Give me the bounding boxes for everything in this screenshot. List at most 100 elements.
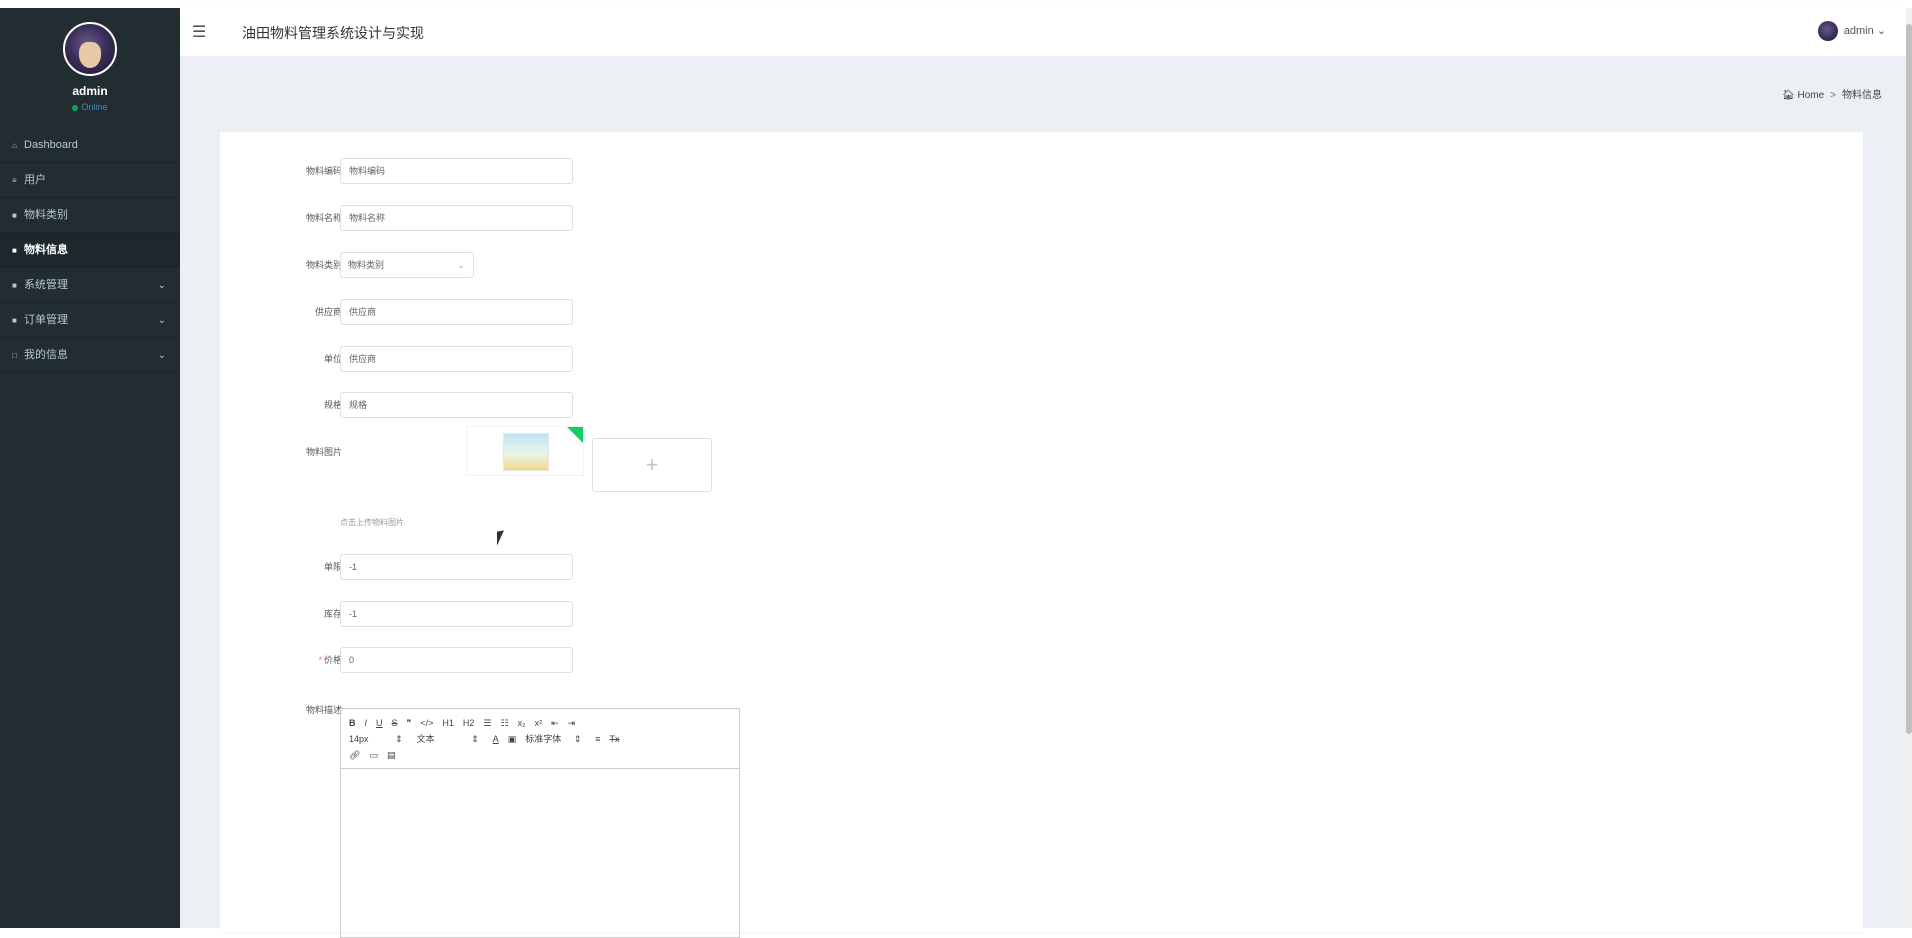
top-navbar: ☰ 油田物料管理系统设计与实现 admin ⌄ (180, 8, 1906, 56)
sidebar-item-label: 订单管理 (24, 314, 68, 326)
editor-toolbar: B I U S ❞ </> H1 H2 ☰ ☷ x₂ x² ⇤ ⇥ 14px ⇕ 文本 ⇕ A ▣ 标准字体 ⇕ ≡… (341, 709, 739, 769)
sidebar-item-material-category[interactable]: ■ 物料类别 (0, 198, 180, 233)
toolbar-row-1: B I U S ❞ </> H1 H2 ☰ ☷ x₂ x² ⇤ ⇥ (349, 715, 731, 731)
outdent-button[interactable]: ⇤ (551, 715, 559, 731)
user-dropdown-label: admin ⌄ (1843, 24, 1886, 37)
image-label: 物料图片 (305, 447, 342, 457)
mouse-cursor-icon (497, 530, 504, 546)
bullet-list-button[interactable]: ☷ (501, 715, 509, 731)
breadcrumb-separator: > (1830, 90, 1836, 101)
underline-button[interactable]: U (376, 715, 383, 731)
sidebar-item-order-management[interactable]: ■ 订单管理 ⌄ (0, 303, 180, 338)
sidebar-item-label: 用户 (24, 174, 46, 186)
sidebar-item-label: 系统管理 (24, 279, 68, 291)
avatar (63, 22, 117, 76)
chevron-down-icon: ⌄ (157, 315, 166, 326)
code-button[interactable]: </> (420, 715, 433, 731)
font-family-select[interactable]: 标准字体 ⇕ (525, 731, 581, 747)
unit-label: 单位 (323, 354, 342, 364)
h1-button[interactable]: H1 (442, 715, 454, 731)
material-image (503, 433, 549, 471)
superscript-button[interactable]: x² (535, 715, 543, 731)
editor-content-area[interactable] (341, 769, 739, 937)
spec-input[interactable]: 规格 (340, 392, 573, 418)
text-color-button[interactable]: A (493, 731, 499, 747)
grid-icon: ■ (12, 281, 17, 290)
sidebar-item-system-management[interactable]: ■ 系统管理 ⌄ (0, 268, 180, 303)
uploaded-image-thumbnail[interactable] (466, 426, 584, 476)
subscript-button[interactable]: x₂ (518, 715, 526, 731)
font-family-value: 标准字体 (525, 734, 562, 744)
h2-button[interactable]: H2 (463, 715, 475, 731)
id-card-icon: □ (12, 351, 17, 360)
font-size-value: 14px (349, 734, 369, 744)
header-value: 文本 (416, 734, 435, 744)
chevron-down-icon: ⌄ (157, 350, 166, 361)
sidebar-item-my-info[interactable]: □ 我的信息 ⌄ (0, 338, 180, 373)
toolbar-row-3: 🔗︎ ▭ ▤ (349, 747, 731, 763)
page-scrollbar[interactable] (1906, 8, 1912, 928)
image-icon[interactable]: ▭ (369, 747, 378, 763)
sidebar-item-dashboard[interactable]: ⌂ Dashboard (0, 128, 180, 163)
scrollbar-thumb[interactable] (1906, 24, 1912, 734)
upload-success-badge (567, 427, 583, 443)
clear-format-button[interactable]: Tx (610, 731, 620, 747)
breadcrumb-home-link[interactable]: 🏠︎ Home (1782, 90, 1824, 101)
blockquote-button[interactable]: ❞ (407, 715, 412, 731)
category-select-value: 物料类别 (348, 260, 385, 270)
font-size-select[interactable]: 14px ⇕ (349, 731, 403, 747)
supplier-input[interactable]: 供应商 (340, 299, 573, 325)
limit-input[interactable]: -1 (340, 554, 573, 580)
category-select[interactable]: 物料类别 ⌄ (340, 252, 474, 278)
ordered-list-button[interactable]: ☰ (483, 715, 491, 731)
home-icon: ⌂ (12, 141, 17, 150)
menu-toggle-icon[interactable]: ☰ (192, 22, 206, 42)
sidebar: admin Online ⌂ Dashboard ≡ 用户 ■ 物料类别 ■ 物料信息 … (0, 8, 180, 928)
sidebar-item-users[interactable]: ≡ 用户 (0, 163, 180, 198)
background-color-button[interactable]: ▣ (508, 731, 517, 747)
sidebar-item-label: 物料类别 (24, 209, 68, 221)
strike-button[interactable]: S (392, 715, 398, 731)
bold-button[interactable]: B (349, 715, 356, 731)
sidebar-item-label: 物料信息 (24, 244, 68, 256)
description-label: 物料描述 (305, 705, 342, 715)
square-icon: ■ (12, 246, 17, 255)
user-dropdown[interactable]: admin ⌄ (1817, 21, 1886, 41)
user-status: Online (0, 102, 180, 112)
chevron-down-icon: ⌄ (157, 280, 166, 291)
stock-input[interactable]: -1 (340, 601, 573, 627)
grid-icon: ■ (12, 316, 17, 325)
name-input[interactable]: 物料名称 (340, 205, 573, 231)
price-input[interactable]: 0 (340, 647, 573, 673)
chevron-down-icon: ⌄ (457, 260, 465, 270)
avatar (1817, 21, 1838, 41)
sidebar-item-label: 我的信息 (24, 349, 68, 361)
sidebar-item-material-info[interactable]: ■ 物料信息 (0, 233, 180, 268)
category-label: 物料类别 (305, 260, 342, 270)
app-title: 油田物料管理系统设计与实现 (242, 25, 424, 41)
user-panel: admin Online (0, 8, 180, 128)
breadcrumb-current: 物料信息 (1842, 90, 1882, 101)
italic-button[interactable]: I (365, 715, 368, 731)
list-icon: ≡ (12, 176, 17, 185)
image-upload-button[interactable]: + (592, 438, 712, 492)
align-button[interactable]: ≡ (595, 731, 600, 747)
video-icon[interactable]: ▤ (387, 747, 396, 763)
unit-input[interactable]: 供应商 (340, 346, 573, 372)
select-arrow-icon: ⇕ (573, 734, 582, 744)
user-status-text: Online (81, 102, 108, 112)
select-arrow-icon: ⇕ (471, 734, 479, 744)
spec-label: 规格 (323, 400, 342, 410)
breadcrumb: 🏠︎ Home > 物料信息 (1782, 86, 1882, 101)
header-select[interactable]: 文本 ⇕ (417, 731, 479, 747)
sidebar-item-label: Dashboard (24, 139, 78, 151)
code-input[interactable]: 物料编码 (340, 158, 573, 184)
indent-button[interactable]: ⇥ (568, 715, 576, 731)
window-top-strip (0, 0, 1912, 8)
link-icon[interactable]: 🔗︎ (349, 747, 360, 763)
code-label: 物料编码 (305, 166, 342, 176)
material-form-card: 物料编码 物料编码 物料名称 物料名称 物料类别 物料类别 ⌄ 供应商 供应商 单… (220, 132, 1863, 938)
required-mark: * (318, 655, 322, 665)
main-content: 🏠︎ Home > 物料信息 物料编码 物料编码 物料名称 物料名称 物料类别 物料… (180, 56, 1906, 938)
stock-label: 库存 (323, 609, 342, 619)
